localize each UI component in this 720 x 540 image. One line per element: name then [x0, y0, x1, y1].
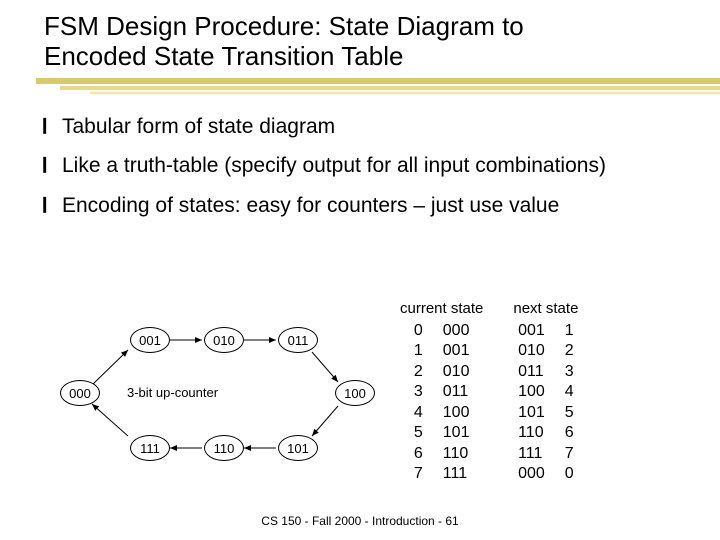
table-cell: 6: [565, 423, 574, 443]
table-cell: 011: [518, 362, 544, 382]
state-node: 001: [130, 327, 170, 353]
table-cell: 7: [565, 444, 574, 464]
title-line-2: Encoded State Transition Table: [44, 41, 403, 71]
state-node: 000: [60, 380, 100, 406]
state-node: 011: [278, 327, 318, 353]
table-cell: 000: [518, 464, 545, 484]
table-cell: 011: [443, 382, 469, 402]
table-cell: 6: [414, 444, 423, 464]
bullet-item: Encoding of states: easy for counters – …: [62, 193, 700, 219]
bullet-item: Tabular form of state diagram: [62, 114, 700, 140]
state-node: 111: [130, 435, 170, 461]
table-cell: 100: [443, 403, 470, 423]
table-cell: 010: [443, 362, 470, 382]
table-cell: 111: [443, 464, 467, 484]
table-cell: 001: [518, 321, 545, 341]
table-cell: 010: [518, 341, 545, 361]
table-cell: 100: [518, 382, 545, 402]
state-node: 100: [335, 380, 375, 406]
bullet-item: Like a truth-table (specify output for a…: [62, 153, 700, 179]
table-cell: 4: [414, 403, 423, 423]
bullet-list: Tabular form of state diagram Like a tru…: [0, 114, 720, 219]
content-row: 000 001 010 011 100 101 110 111 3-bit up…: [0, 300, 720, 500]
table-cell: 111: [518, 444, 542, 464]
next-dec-col: 1 2 3 4 5 6 7 0: [565, 321, 574, 485]
table-cell: 2: [414, 362, 423, 382]
table-cell: 2: [565, 341, 574, 361]
table-cell: 110: [443, 444, 469, 464]
state-table: current state 0 1 2 3 4 5 6 7 000 001 01…: [400, 300, 578, 485]
current-state-group: current state 0 1 2 3 4 5 6 7 000 001 01…: [400, 300, 483, 485]
table-cell: 001: [443, 341, 470, 361]
table-cell: 5: [414, 423, 423, 443]
state-node: 110: [204, 435, 244, 461]
state-node: 010: [204, 327, 244, 353]
table-cell: 1: [565, 321, 574, 341]
diagram-caption: 3-bit up-counter: [127, 385, 218, 400]
table-cell: 0: [414, 321, 423, 341]
table-cell: 3: [565, 362, 574, 382]
table-cell: 4: [565, 382, 574, 402]
table-cell: 110: [518, 423, 544, 443]
title-line-1: FSM Design Procedure: State Diagram to: [44, 11, 524, 41]
column-header: current state: [400, 300, 483, 317]
title-underline: [0, 78, 720, 96]
table-cell: 101: [443, 423, 470, 443]
current-dec-col: 0 1 2 3 4 5 6 7: [414, 321, 423, 485]
next-state-group: next state 001 010 011 100 101 110 111 0…: [513, 300, 578, 485]
next-bin-col: 001 010 011 100 101 110 111 000: [518, 321, 545, 485]
table-cell: 7: [414, 464, 423, 484]
table-cell: 1: [414, 341, 423, 361]
table-cell: 000: [443, 321, 470, 341]
state-diagram: 000 001 010 011 100 101 110 111 3-bit up…: [40, 300, 380, 500]
current-bin-col: 000 001 010 011 100 101 110 111: [443, 321, 470, 485]
column-header: next state: [513, 300, 578, 317]
table-cell: 5: [565, 403, 574, 423]
slide-title: FSM Design Procedure: State Diagram to E…: [0, 0, 720, 78]
slide-footer: CS 150 - Fall 2000 - Introduction - 61: [0, 514, 720, 528]
table-cell: 0: [565, 464, 574, 484]
table-cell: 3: [414, 382, 423, 402]
table-cell: 101: [518, 403, 545, 423]
state-node: 101: [278, 435, 318, 461]
